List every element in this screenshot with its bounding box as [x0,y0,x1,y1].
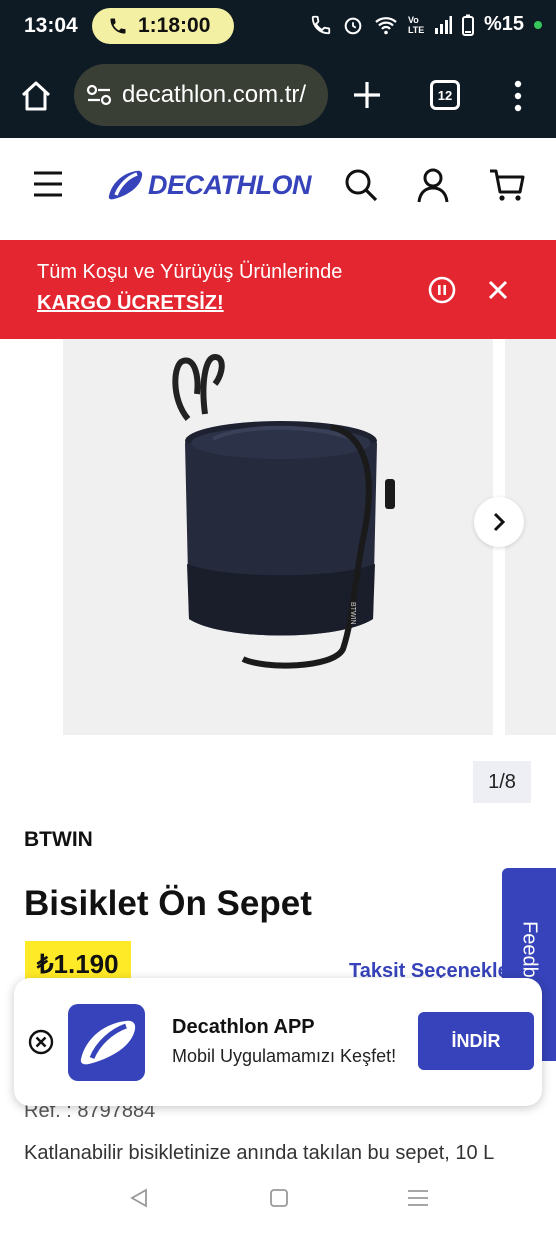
battery-percent: %15 [483,13,524,35]
tab-count: 12 [437,87,453,103]
recents-icon[interactable] [406,1187,430,1209]
decathlon-logo-mark-icon [108,170,143,200]
search-icon[interactable] [342,166,380,204]
download-app-button[interactable]: İNDİR [418,1012,534,1070]
decathlon-app-icon [68,1004,145,1081]
promo-banner: Tüm Koşu ve Yürüyüş Ürünlerinde KARGO ÜC… [0,240,556,339]
status-time: 13:04 [24,14,78,37]
app-download-banner: Decathlon APP Mobil Uygulamamızı Keşfet!… [14,978,542,1106]
network-label: Vo LTE [407,14,425,35]
app-title: Decathlon APP [172,1016,315,1038]
wifi-calling-icon [311,15,331,34]
product-gallery[interactable]: BTWIN [0,339,556,737]
cart-icon[interactable] [488,166,526,204]
product-brand[interactable]: BTWIN [24,828,93,852]
decathlon-logo[interactable]: DECATHLON [106,168,311,202]
site-settings-icon[interactable] [86,84,112,106]
more-vertical-icon[interactable] [506,76,530,116]
site-header: DECATHLON [0,138,556,240]
status-bar: 13:04 1:18:00 Vo LTE %15 [0,0,556,52]
product-description: Katlanabilir bisikletinize anında takıla… [24,1142,495,1164]
close-icon[interactable] [486,278,510,302]
home-icon[interactable] [18,78,54,114]
app-subtitle: Mobil Uygulamamızı Keşfet! [172,1046,397,1066]
system-nav-bar [0,1165,556,1235]
ongoing-call-pill[interactable]: 1:18:00 [92,8,234,44]
tabs-icon[interactable]: 12 [430,80,460,110]
promo-text: Tüm Koşu ve Yürüyüş Ürünlerinde [37,261,343,283]
logo-text: DECATHLON [148,169,311,200]
wifi-icon [375,16,397,34]
next-image-button[interactable] [474,497,524,547]
product-image[interactable]: BTWIN [63,339,493,735]
signal-icon [434,15,452,34]
hamburger-menu-icon[interactable] [32,170,64,198]
status-icons: Vo LTE %15 [310,13,542,36]
account-icon[interactable] [414,166,452,204]
basket-bag-illustration: BTWIN [172,353,395,669]
browser-toolbar: decathlon.com.tr/ 12 [0,52,556,138]
home-square-icon[interactable] [268,1187,290,1209]
pause-icon[interactable] [428,276,456,304]
promo-link[interactable]: KARGO ÜCRETSİZ! [37,292,224,315]
plus-icon[interactable] [348,76,386,114]
chevron-right-icon [493,512,506,532]
battery-icon [461,14,474,36]
privacy-indicator-dot [534,20,542,29]
url-text: decathlon.com.tr/ [122,81,307,108]
close-circle-icon[interactable] [28,1029,54,1055]
address-bar[interactable]: decathlon.com.tr/ [74,64,328,126]
phone-call-icon [110,18,126,34]
alarm-icon [344,17,362,34]
call-duration: 1:18:00 [138,14,211,37]
product-logo-text: BTWIN [349,602,356,625]
product-title: Bisiklet Ön Sepet [24,884,312,923]
image-counter: 1/8 [473,761,531,803]
back-icon[interactable] [128,1187,150,1209]
